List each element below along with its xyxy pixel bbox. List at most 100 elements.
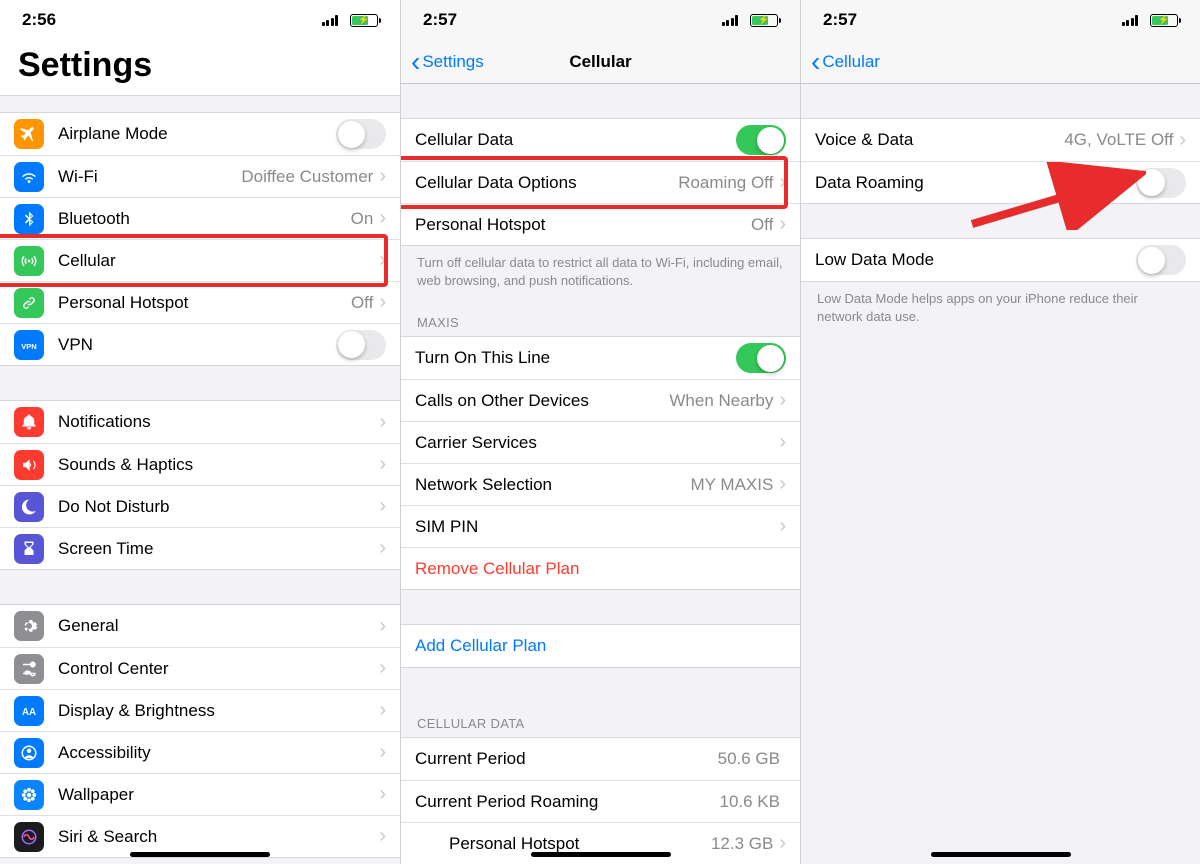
row-low-data-mode[interactable]: Low Data Mode — [801, 239, 1200, 281]
row-vpn[interactable]: VPNVPN — [0, 323, 400, 365]
row-label: Screen Time — [58, 539, 379, 559]
section-header-maxis: MAXIS — [401, 293, 800, 336]
bluetooth-icon — [14, 204, 44, 234]
chevron-right-icon: › — [379, 453, 386, 476]
chevron-left-icon: ‹ — [411, 48, 420, 76]
row-label: Current Period — [415, 749, 718, 769]
row-label: Notifications — [58, 412, 379, 432]
row-cellular-data-options[interactable]: Cellular Data OptionsRoaming Off› — [401, 161, 800, 203]
status-time: 2:56 — [22, 10, 56, 30]
row-detail: 4G, VoLTE Off — [1064, 130, 1173, 150]
person-icon — [14, 738, 44, 768]
chevron-right-icon: › — [779, 515, 786, 538]
row-label: Airplane Mode — [58, 124, 336, 144]
row-personal-hotspot[interactable]: Personal HotspotOff› — [401, 203, 800, 245]
switches-icon — [14, 654, 44, 684]
row-detail: Off — [351, 293, 373, 313]
back-button[interactable]: ‹Cellular — [811, 48, 880, 76]
siri-icon — [14, 822, 44, 852]
chevron-right-icon: › — [779, 832, 786, 855]
screen-cellular-data-options: 2:57 ⚡ ‹Cellular Voice & Data4G, VoLTE O… — [800, 0, 1200, 864]
row-label: Display & Brightness — [58, 701, 379, 721]
wifi-icon — [14, 162, 44, 192]
row-detail: MY MAXIS — [691, 475, 774, 495]
svg-text:AA: AA — [22, 706, 36, 717]
row-wallpaper[interactable]: Wallpaper› — [0, 773, 400, 815]
back-button[interactable]: ‹Settings — [411, 48, 484, 76]
chevron-right-icon: › — [379, 783, 386, 806]
toggle[interactable] — [336, 330, 386, 360]
speaker-icon — [14, 450, 44, 480]
chevron-right-icon: › — [1179, 129, 1186, 152]
nav-header: ‹Cellular — [801, 40, 1200, 84]
row-detail: Off — [751, 215, 773, 235]
row-sounds-haptics[interactable]: Sounds & Haptics› — [0, 443, 400, 485]
row-current-period: Current Period50.6 GB — [401, 738, 800, 780]
row-detail: When Nearby — [669, 391, 773, 411]
home-indicator[interactable] — [931, 852, 1071, 857]
row-remove-cellular-plan[interactable]: Remove Cellular Plan — [401, 547, 800, 589]
row-cellular[interactable]: Cellular› — [0, 239, 400, 281]
chevron-right-icon: › — [379, 249, 386, 272]
row-label: Sounds & Haptics — [58, 455, 379, 475]
home-indicator[interactable] — [531, 852, 671, 857]
cellular-scroll[interactable]: Cellular DataCellular Data OptionsRoamin… — [401, 84, 800, 864]
cellular-data-footer: Turn off cellular data to restrict all d… — [401, 246, 800, 293]
row-general[interactable]: General› — [0, 605, 400, 647]
row-voice-data[interactable]: Voice & Data4G, VoLTE Off › — [801, 119, 1200, 161]
status-bar: 2:57 ⚡ — [401, 0, 800, 40]
gear-icon — [14, 611, 44, 641]
row-detail: On — [351, 209, 374, 229]
row-personal-hotspot[interactable]: Personal Hotspot12.3 GB› — [401, 822, 800, 864]
row-label: Bluetooth — [58, 209, 351, 229]
screen-settings: 2:56 ⚡ Settings Airplane ModeWi-FiDoiffe… — [0, 0, 400, 864]
chevron-right-icon: › — [779, 473, 786, 496]
row-detail: Doiffee Customer — [241, 167, 373, 187]
home-indicator[interactable] — [130, 852, 270, 857]
chevron-right-icon: › — [779, 431, 786, 454]
row-label: Voice & Data — [815, 130, 1064, 150]
row-display-brightness[interactable]: AA Display & Brightness› — [0, 689, 400, 731]
chevron-right-icon: › — [379, 615, 386, 638]
chevron-left-icon: ‹ — [811, 48, 820, 76]
chevron-right-icon: › — [379, 537, 386, 560]
row-personal-hotspot[interactable]: Personal HotspotOff› — [0, 281, 400, 323]
row-label: Accessibility — [58, 743, 379, 763]
row-airplane-mode[interactable]: Airplane Mode — [0, 113, 400, 155]
row-bluetooth[interactable]: BluetoothOn› — [0, 197, 400, 239]
row-network-selection[interactable]: Network SelectionMY MAXIS› — [401, 463, 800, 505]
status-icons: ⚡ — [322, 10, 379, 30]
row-calls-on-other-devices[interactable]: Calls on Other DevicesWhen Nearby› — [401, 379, 800, 421]
toggle[interactable] — [1136, 245, 1186, 275]
chevron-right-icon: › — [379, 699, 386, 722]
row-label: Siri & Search — [58, 827, 379, 847]
row-control-center[interactable]: Control Center› — [0, 647, 400, 689]
settings-scroll[interactable]: Airplane ModeWi-FiDoiffee Customer›Bluet… — [0, 96, 400, 864]
row-detail: 50.6 GB — [718, 749, 780, 769]
row-do-not-disturb[interactable]: Do Not Disturb› — [0, 485, 400, 527]
flower-icon — [14, 780, 44, 810]
row-label: Turn On This Line — [415, 348, 736, 368]
toggle[interactable] — [736, 125, 786, 155]
row-turn-on-this-line[interactable]: Turn On This Line — [401, 337, 800, 379]
row-siri-search[interactable]: Siri & Search› — [0, 815, 400, 857]
row-cellular-data[interactable]: Cellular Data — [401, 119, 800, 161]
battery-icon: ⚡ — [1150, 14, 1178, 27]
toggle[interactable] — [336, 119, 386, 149]
moon-icon — [14, 492, 44, 522]
row-carrier-services[interactable]: Carrier Services› — [401, 421, 800, 463]
status-time: 2:57 — [823, 10, 857, 30]
row-notifications[interactable]: Notifications› — [0, 401, 400, 443]
chevron-right-icon: › — [379, 411, 386, 434]
section-header-celldata: CELLULAR DATA — [401, 668, 800, 737]
row-accessibility[interactable]: Accessibility› — [0, 731, 400, 773]
row-add-cellular-plan[interactable]: Add Cellular Plan — [401, 625, 800, 667]
row-sim-pin[interactable]: SIM PIN› — [401, 505, 800, 547]
row-label: Add Cellular Plan — [415, 636, 786, 656]
screen-cellular: 2:57 ⚡ ‹Settings Cellular Cellular DataC… — [400, 0, 800, 864]
chevron-right-icon: › — [779, 213, 786, 236]
row-screen-time[interactable]: Screen Time› — [0, 527, 400, 569]
row-label: Calls on Other Devices — [415, 391, 669, 411]
toggle[interactable] — [736, 343, 786, 373]
row-wi-fi[interactable]: Wi-FiDoiffee Customer› — [0, 155, 400, 197]
